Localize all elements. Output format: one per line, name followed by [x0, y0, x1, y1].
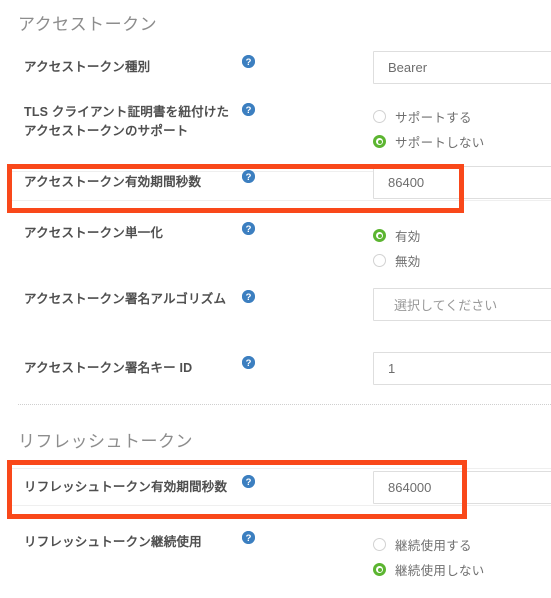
- svg-text:?: ?: [246, 358, 252, 369]
- label-tls-bound-access-token-support: TLS クライアント証明書を紐付けたアクセストークンのサポート: [24, 105, 230, 138]
- radio-option[interactable]: 継続使用する: [373, 532, 485, 557]
- radio-option-label: サポートしない: [395, 136, 485, 150]
- row-divider: [8, 505, 551, 506]
- help-icon[interactable]: ?: [242, 356, 255, 369]
- svg-text:?: ?: [246, 477, 252, 488]
- label-access-token-single: アクセストークン単一化: [24, 226, 164, 240]
- radio-unselected-icon[interactable]: [373, 254, 386, 267]
- row-divider: [8, 200, 551, 201]
- settings-form-page: アクセストークン アクセストークン種別 ? TLS クライアント証明書を紐付けた…: [0, 0, 551, 598]
- label-access-token-type: アクセストークン種別: [24, 60, 151, 74]
- radio-option[interactable]: 無効: [373, 248, 421, 273]
- help-icon[interactable]: ?: [242, 55, 255, 68]
- svg-text:?: ?: [246, 533, 252, 544]
- radio-group-access-token-single: 有効 無効: [373, 223, 421, 273]
- svg-text:?: ?: [246, 105, 252, 116]
- help-icon[interactable]: ?: [242, 475, 255, 488]
- help-icon[interactable]: ?: [242, 103, 255, 116]
- radio-option[interactable]: 有効: [373, 223, 421, 248]
- radio-option[interactable]: サポートしない: [373, 129, 485, 154]
- help-icon[interactable]: ?: [242, 170, 255, 183]
- help-icon[interactable]: ?: [242, 531, 255, 544]
- help-icon[interactable]: ?: [242, 290, 255, 303]
- label-access-token-signature-algorithm: アクセストークン署名アルゴリズム: [24, 292, 227, 306]
- select-access-token-signature-algorithm[interactable]: [373, 288, 551, 321]
- input-refresh-token-duration[interactable]: [373, 471, 551, 504]
- radio-option-label: 有効: [395, 230, 421, 244]
- radio-group-tls-bound-access-token-support: サポートする サポートしない: [373, 104, 485, 154]
- svg-text:?: ?: [246, 57, 252, 68]
- row-divider: [8, 468, 551, 469]
- radio-option[interactable]: 継続使用しない: [373, 557, 485, 582]
- label-refresh-token-kept: リフレッシュトークン継続使用: [24, 535, 202, 549]
- radio-option[interactable]: サポートする: [373, 104, 485, 129]
- radio-group-refresh-token-kept: 継続使用する 継続使用しない: [373, 532, 485, 582]
- radio-option-label: 継続使用する: [395, 539, 472, 553]
- radio-option-label: サポートする: [395, 111, 472, 125]
- radio-selected-icon[interactable]: [373, 563, 386, 576]
- radio-unselected-icon[interactable]: [373, 538, 386, 551]
- radio-selected-icon[interactable]: [373, 135, 386, 148]
- help-icon[interactable]: ?: [242, 222, 255, 235]
- input-access-token-signature-key-id[interactable]: [373, 352, 551, 385]
- svg-text:?: ?: [246, 224, 252, 235]
- section-title-refresh-token: リフレッシュトークン: [18, 432, 193, 451]
- svg-text:?: ?: [246, 292, 252, 303]
- section-title-access-token: アクセストークン: [18, 15, 158, 34]
- input-access-token-type[interactable]: [373, 51, 551, 84]
- label-refresh-token-duration: リフレッシュトークン有効期間秒数: [24, 480, 228, 494]
- svg-text:?: ?: [246, 172, 252, 183]
- radio-selected-icon[interactable]: [373, 229, 386, 242]
- section-divider: [18, 404, 551, 405]
- input-access-token-duration[interactable]: [373, 166, 551, 199]
- radio-option-label: 無効: [395, 255, 421, 269]
- label-access-token-signature-key-id: アクセストークン署名キー ID: [24, 361, 193, 375]
- radio-unselected-icon[interactable]: [373, 110, 386, 123]
- label-access-token-duration: アクセストークン有効期間秒数: [24, 175, 202, 189]
- radio-option-label: 継続使用しない: [395, 564, 485, 578]
